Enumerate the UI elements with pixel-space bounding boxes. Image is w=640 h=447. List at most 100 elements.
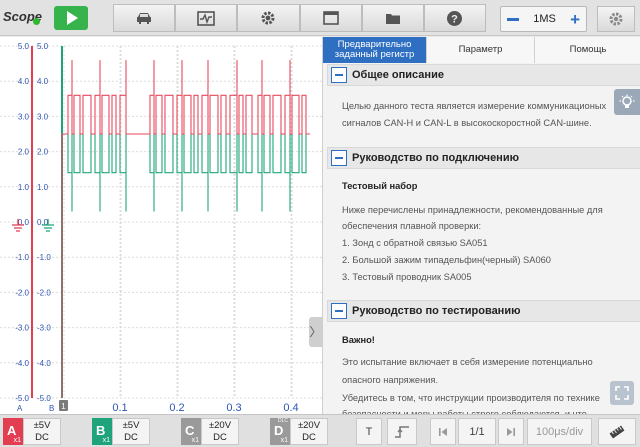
axis-label-b: B <box>49 404 54 413</box>
channel-a-multiplier: x1 <box>13 437 21 444</box>
waveform-chart[interactable]: 5.0 5.04.0 4.03.0 3.02.0 2.01.0 1.00.0 0.0-1.0… <box>0 37 322 414</box>
window-icon <box>322 11 339 25</box>
section-testing-header[interactable]: Руководство по тестированию <box>327 300 640 322</box>
timebase-decrease-button[interactable] <box>507 17 519 21</box>
channel-c-settings[interactable]: ±20V DC <box>201 418 239 445</box>
expand-panel-tab[interactable]: 〉 <box>309 317 322 347</box>
panel-tabs: Предварительно заданный регистр Параметр … <box>323 37 640 63</box>
fullscreen-icon <box>615 386 629 400</box>
folder-icon <box>385 13 400 24</box>
connection-subtitle: Тестовый набор <box>342 181 418 191</box>
y-tick-label-b: -3.0 <box>37 324 51 333</box>
play-button[interactable] <box>54 6 88 30</box>
connection-text-line: 3. Тестовый проводник SA005 <box>342 272 472 282</box>
channel-a-settings[interactable]: ±5V DC <box>23 418 61 445</box>
timebase-per-div[interactable]: 100μs/div <box>527 418 592 445</box>
channel-d-multiplier: x1 <box>280 437 288 444</box>
channel-d-dlc-label: DLC <box>278 418 289 424</box>
trigger-button[interactable]: T <box>356 418 382 445</box>
tips-button[interactable] <box>614 89 640 115</box>
folder-button[interactable] <box>361 4 424 32</box>
previous-icon <box>439 427 447 436</box>
gear-button[interactable] <box>237 4 300 32</box>
channel-a-coupling: DC <box>35 432 49 443</box>
vehicle-icon <box>137 13 152 24</box>
y-tick-label-b: 2.0 <box>37 148 49 157</box>
page-indicator: 1/1 <box>458 418 496 445</box>
x-tick-label: 0.4 <box>283 402 298 414</box>
collapse-icon[interactable] <box>331 150 347 166</box>
channel-d-range: ±20V <box>297 420 321 431</box>
window-button[interactable] <box>299 4 362 32</box>
testing-text-line: Убедитесь в том, что инструкции производ… <box>342 393 600 403</box>
channel-b-letter: B <box>96 423 106 438</box>
overview-text-line: Целью данного теста является измерение к… <box>342 101 607 111</box>
collapse-icon[interactable] <box>331 67 347 83</box>
measure-button[interactable] <box>598 418 636 445</box>
y-tick-label-b: -2.0 <box>37 288 51 297</box>
section-overview-header[interactable]: Общее описание <box>327 64 640 86</box>
waveform-library-button[interactable] <box>175 4 238 32</box>
connection-text-line: 2. Большой зажим типадельфин(черный) SA0… <box>342 255 551 265</box>
y-tick-label-a: -5.0 <box>15 394 29 403</box>
trigger-edge-icon <box>395 425 409 438</box>
y-tick-label-a: -2.0 <box>15 288 29 297</box>
channel-d-badge[interactable]: DLC D x1 <box>270 418 290 445</box>
y-tick-label-a: 5.0 <box>18 42 30 51</box>
settings-icon <box>609 12 623 26</box>
help-button[interactable]: ? <box>423 4 487 32</box>
y-tick-label-a: -1.0 <box>15 253 29 262</box>
trigger-mode-button[interactable] <box>387 418 417 445</box>
y-tick-label-a: -4.0 <box>15 359 29 368</box>
y-tick-label-b: -4.0 <box>37 359 51 368</box>
x-tick-label: 0.3 <box>226 402 241 414</box>
previous-page-button[interactable] <box>430 418 456 445</box>
tab-help[interactable]: Помощь <box>535 37 640 63</box>
testing-subtitle: Важно! <box>342 335 375 345</box>
scope-app: Scope ? 1MS + 5.0 5.0 4.0 4.0 3.0 3.0 2.… <box>0 0 640 447</box>
channel-a-badge[interactable]: A x1 <box>3 418 23 445</box>
fullscreen-button[interactable] <box>610 381 634 405</box>
channel-c-range: ±20V <box>208 420 232 431</box>
channel-d-coupling: DC <box>302 432 316 443</box>
y-tick-label-b: 1.0 <box>37 183 49 192</box>
tab-parameter[interactable]: Параметр <box>427 37 535 63</box>
channel-d[interactable]: DLC D x1 ±20V DC <box>270 418 328 445</box>
next-icon <box>507 427 515 436</box>
channel-b[interactable]: B x1 ±5V DC <box>92 418 150 445</box>
collapse-icon[interactable] <box>331 303 347 319</box>
tool-group: ? <box>113 4 487 32</box>
ruler-icon <box>609 425 625 438</box>
status-indicator <box>33 18 40 25</box>
y-tick-label-b: -1.0 <box>37 253 51 262</box>
channel-c[interactable]: C x1 ±20V DC <box>181 418 239 445</box>
top-toolbar: Scope ? 1MS + <box>0 0 640 36</box>
overview-text-line: сигналов CAN-H и CAN-L в высокоскоростно… <box>342 118 592 128</box>
channel-b-settings[interactable]: ±5V DC <box>112 418 150 445</box>
channel-d-settings[interactable]: ±20V DC <box>290 418 328 445</box>
y-tick-label-a: 4.0 <box>18 77 30 86</box>
channel-c-multiplier: x1 <box>191 437 199 444</box>
settings-button[interactable] <box>597 6 635 32</box>
next-page-button[interactable] <box>498 418 524 445</box>
channel-a[interactable]: A x1 ±5V DC <box>3 418 61 445</box>
channel-a-letter: A <box>7 423 17 438</box>
connection-text-line: 1. Зонд с обратной связью SA051 <box>342 238 488 248</box>
timebase-control: 1MS + <box>500 6 587 32</box>
y-tick-label-b: 4.0 <box>37 77 49 86</box>
section-connection-header[interactable]: Руководство по подключению <box>327 147 640 169</box>
channel-d-letter: D <box>274 423 284 438</box>
testing-text-line: опасного напряжения. <box>342 375 439 385</box>
scope-display[interactable]: 5.0 5.0 4.0 4.0 3.0 3.0 2.0 2.0 1.0 1.0 0.0 0.0 -1.0… <box>0 37 322 414</box>
can-low-waveform <box>61 133 310 398</box>
bottom-bar: A x1 ±5V DC B x1 ±5V DC C x1 ±20V DC DLC… <box>0 414 640 447</box>
vehicle-button[interactable] <box>113 4 176 32</box>
timebase-increase-button[interactable]: + <box>570 11 580 28</box>
info-panel: Предварительно заданный регистр Параметр … <box>322 37 640 414</box>
tab-preset-register[interactable]: Предварительно заданный регистр <box>323 37 427 63</box>
y-tick-label-a: -3.0 <box>15 324 29 333</box>
channel-c-coupling: DC <box>213 432 227 443</box>
tab-preset-line2: заданный регистр <box>334 49 415 60</box>
channel-b-badge[interactable]: B x1 <box>92 418 112 445</box>
channel-c-badge[interactable]: C x1 <box>181 418 201 445</box>
